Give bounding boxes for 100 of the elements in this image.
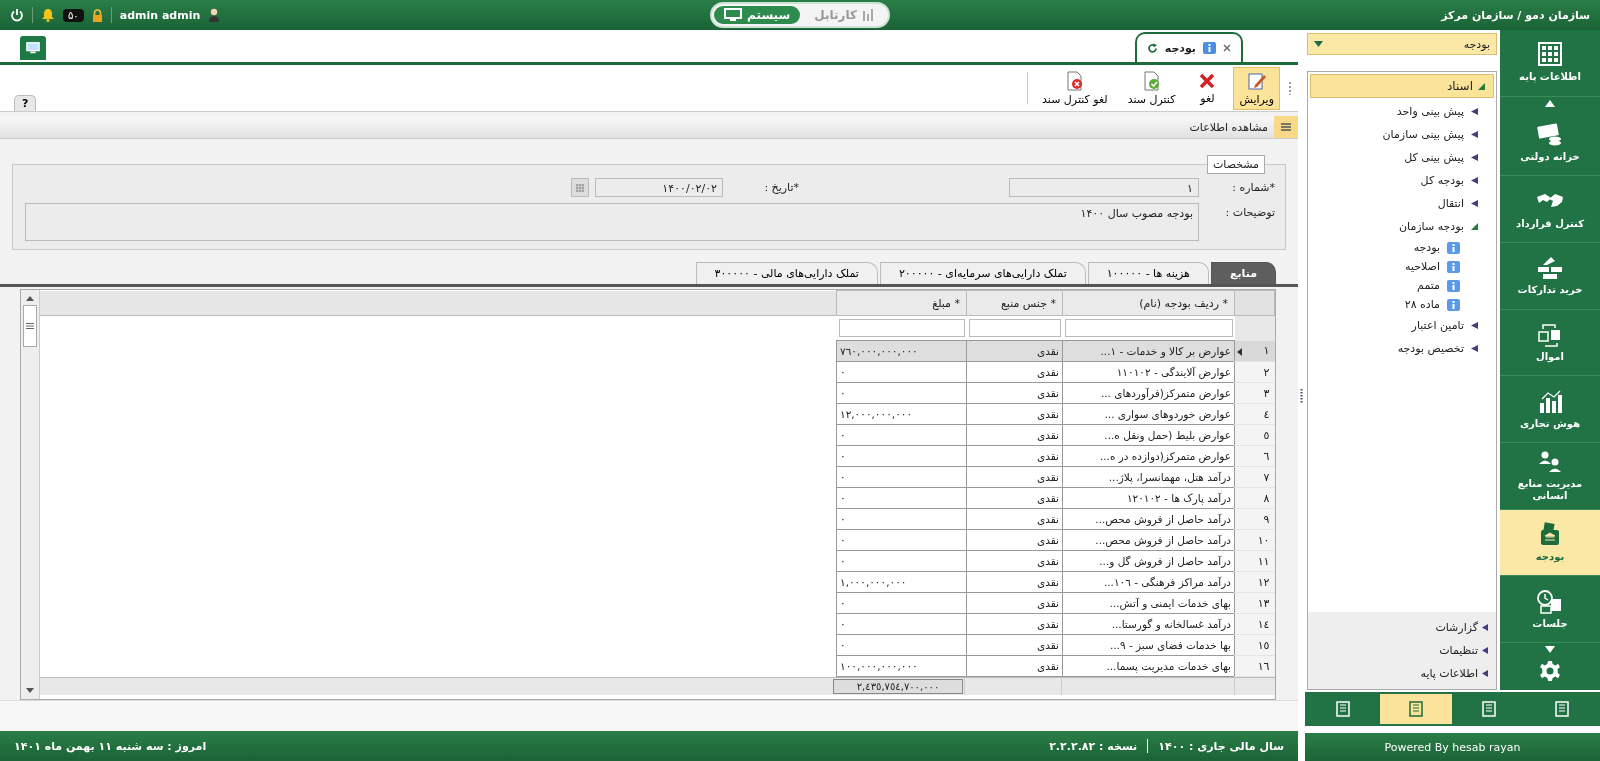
tab[interactable]: تملک دارایی‌های سرمایه‌ای - ۲۰۰۰۰۰ bbox=[879, 262, 1086, 284]
module-button[interactable]: خرید تدارکات bbox=[1500, 243, 1600, 310]
module-button[interactable]: کنترل قرارداد bbox=[1500, 176, 1600, 243]
row-number: ۷ bbox=[1263, 470, 1270, 484]
table-cell: نقدی bbox=[966, 424, 1063, 446]
table-cell: درآمد غسالخانه و گورستا... bbox=[1062, 613, 1235, 635]
tab[interactable]: تملک دارایی‌های مالی - ۳۰۰۰۰۰ bbox=[695, 262, 878, 284]
tree-item[interactable]: بودجه bbox=[1308, 238, 1496, 257]
table-cell: بها خدمات فضای سبز - ۹... bbox=[1062, 634, 1235, 656]
table-cell: عوارض بر کالا و خدمات - ۱... bbox=[1062, 340, 1235, 362]
table-cell: ۰ bbox=[836, 550, 967, 572]
table-cell: ۰ bbox=[836, 613, 967, 635]
table-cell: نقدی bbox=[966, 634, 1063, 656]
table-cell: عوارض آلایندگی - ۱۱۰۱۰۲ bbox=[1062, 361, 1235, 383]
menu-group[interactable]: گزارشات bbox=[1308, 616, 1496, 639]
table-cell: ۱۲,۰۰۰,۰۰۰,۰۰۰ bbox=[836, 403, 967, 425]
table-cell: نقدی bbox=[966, 361, 1063, 383]
document-tab[interactable]: بودجه bbox=[1134, 32, 1243, 62]
field-label: *شماره : bbox=[1231, 180, 1275, 194]
toolbar-button[interactable]: ویرایش bbox=[1233, 66, 1280, 110]
date-field[interactable]: ۱۴۰۰/۰۲/۰۲ bbox=[595, 178, 723, 197]
row-number: ۱۳ bbox=[1257, 596, 1270, 610]
section-legend: مشخصات bbox=[1206, 155, 1265, 174]
table-cell: ۰ bbox=[836, 634, 967, 656]
table-cell: ۰ bbox=[836, 487, 967, 509]
tree-item[interactable]: ماده ۲۸ bbox=[1308, 295, 1496, 314]
notification-count: ۵۰ bbox=[63, 8, 84, 22]
module-button[interactable]: مدیریت منابع انسانی bbox=[1500, 443, 1600, 510]
number-field[interactable]: ۱ bbox=[1009, 178, 1199, 197]
table-cell: عوارض متمرکز(فرآوردهای ... bbox=[1062, 382, 1235, 404]
table-cell: نقدی bbox=[966, 466, 1063, 488]
tree-item[interactable]: پیش بینی سازمان bbox=[1308, 123, 1496, 146]
fiscal-year: سال مالی جاری : ۱۴۰۰ bbox=[1158, 739, 1284, 753]
module-button[interactable]: هوش تجاری bbox=[1500, 376, 1600, 444]
help-tab[interactable]: ? bbox=[14, 95, 37, 111]
tree-item[interactable]: تامین اعتبار bbox=[1308, 314, 1496, 337]
field-label: *تاریخ : bbox=[763, 180, 799, 194]
tree-item[interactable]: انتقال bbox=[1308, 192, 1496, 215]
mode-tab[interactable]: سیستم bbox=[714, 6, 801, 24]
row-number: ۹ bbox=[1263, 512, 1270, 526]
toolbar-button[interactable]: لغو کنترل سند bbox=[1036, 66, 1114, 110]
table-cell: درآمد حاصل از فروش محص... bbox=[1062, 508, 1235, 530]
table-cell: عوارض متمرکز(دوازده در ه... bbox=[1062, 445, 1235, 467]
tab[interactable]: هزینه ها - ۱۰۰۰۰۰ bbox=[1087, 262, 1209, 284]
toolbar-button[interactable]: لغو bbox=[1189, 67, 1226, 109]
table-cell: نقدی bbox=[966, 508, 1063, 530]
row-number: ٤ bbox=[1263, 407, 1270, 421]
table-cell: ۱۰۰,۰۰۰,۰۰۰,۰۰۰ bbox=[836, 655, 967, 677]
table-cell: نقدی bbox=[966, 340, 1063, 362]
tree-item[interactable]: پیش بینی واحد bbox=[1308, 100, 1496, 123]
row-number: ۱ bbox=[1263, 344, 1270, 358]
table-cell: ۰ bbox=[836, 529, 967, 551]
table-cell: نقدی bbox=[966, 592, 1063, 614]
tree-item[interactable]: بودجه سازمان bbox=[1308, 215, 1496, 238]
table-cell: ۰ bbox=[836, 592, 967, 614]
total-amount: ۲,٤۳٥,۷٥٤,۷۰۰,۰۰۰ bbox=[833, 679, 963, 694]
toolbar-button[interactable]: کنترل سند bbox=[1121, 66, 1182, 110]
table-cell: بهای خدمات ایمنی و آتش... bbox=[1062, 592, 1235, 614]
module-dropdown[interactable]: بودجه bbox=[1307, 33, 1497, 55]
table-cell: نقدی bbox=[966, 382, 1063, 404]
row-number: ۱٤ bbox=[1257, 617, 1270, 631]
table-cell: ۰ bbox=[836, 361, 967, 383]
module-button[interactable]: اموال bbox=[1500, 309, 1600, 377]
tree-header[interactable]: اسناد bbox=[1310, 74, 1494, 98]
table-cell: نقدی bbox=[966, 403, 1063, 425]
column-header[interactable]: * جنس منبع bbox=[966, 290, 1063, 316]
tree-item[interactable]: تخصیص بودجه bbox=[1308, 337, 1496, 360]
description-field[interactable]: بودجه مصوب سال ۱۴۰۰ bbox=[25, 203, 1199, 241]
column-header[interactable]: * مبلغ bbox=[836, 290, 967, 316]
menu-group[interactable]: اطلاعات پایه bbox=[1308, 662, 1496, 685]
row-number: ۱۰ bbox=[1257, 533, 1270, 547]
module-button[interactable]: جلسات bbox=[1500, 576, 1600, 644]
table-cell: عوارض خوردوهای سواری ... bbox=[1062, 403, 1235, 425]
column-header[interactable]: * ردیف بودجه (نام) bbox=[1062, 290, 1235, 316]
module-button[interactable]: خزانه دولتی bbox=[1500, 109, 1600, 177]
tree-item[interactable]: بودجه کل bbox=[1308, 169, 1496, 192]
section-title: مشاهده اطلاعات bbox=[1189, 120, 1268, 134]
organization-path[interactable]: سازمان دمو / سازمان مرکز bbox=[1441, 8, 1590, 22]
row-number: ۱۲ bbox=[1257, 575, 1270, 589]
tree-item[interactable]: اصلاحیه bbox=[1308, 257, 1496, 276]
table-cell: بهای خدمات مدیریت پسما... bbox=[1062, 655, 1235, 677]
table-cell: درآمد مراکز فرهنگی - ۱۰٦... bbox=[1062, 571, 1235, 593]
table-cell: درآمد حاصل از فروش محص... bbox=[1062, 529, 1235, 551]
table-cell: درآمد پارک ها - ۱۲۰۱۰۲ bbox=[1062, 487, 1235, 509]
row-number: ۸ bbox=[1263, 491, 1270, 505]
tree-item[interactable]: پیش بینی کل bbox=[1308, 146, 1496, 169]
table-cell: نقدی bbox=[966, 655, 1063, 677]
row-number: ٥ bbox=[1263, 428, 1270, 442]
field-label: توضیحات : bbox=[1224, 205, 1275, 219]
powered-by-text: Powered By hesab rayan bbox=[1384, 740, 1521, 754]
table-cell: درآمد حاصل از فروش گل و... bbox=[1062, 550, 1235, 572]
module-button[interactable]: بودجه bbox=[1500, 509, 1600, 577]
tab[interactable]: منابع bbox=[1210, 262, 1276, 284]
table-cell: نقدی bbox=[966, 529, 1063, 551]
table-cell: درآمد هتل، مهمانسرا، پلاژ... bbox=[1062, 466, 1235, 488]
module-button[interactable]: اطلاعات پایه bbox=[1500, 30, 1600, 97]
table-cell: نقدی bbox=[966, 487, 1063, 509]
user-name[interactable]: admin admin bbox=[119, 8, 201, 22]
tree-item[interactable]: متمم bbox=[1308, 276, 1496, 295]
menu-group[interactable]: تنظیمات bbox=[1308, 639, 1496, 662]
